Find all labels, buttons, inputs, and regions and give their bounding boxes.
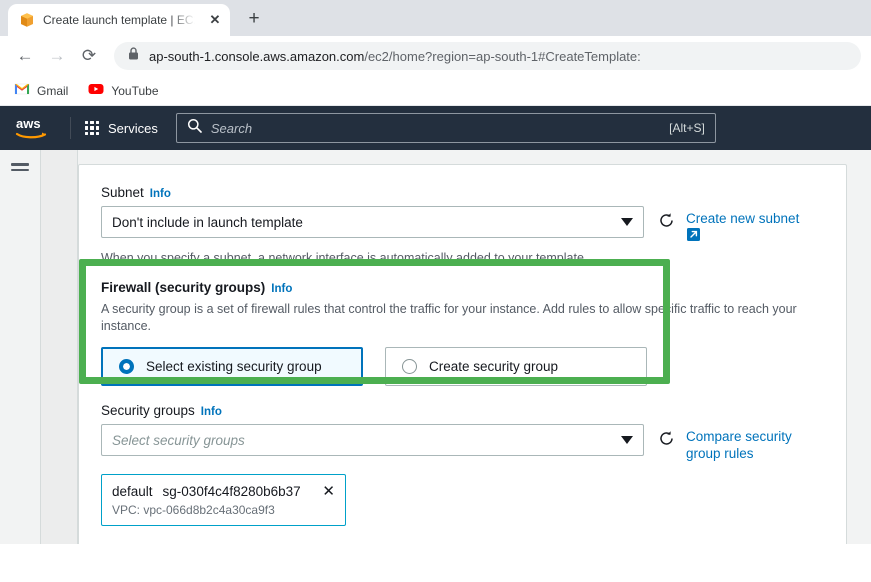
security-groups-row: Select security groups Compare security … xyxy=(101,424,824,462)
radio-select-existing-label: Select existing security group xyxy=(146,359,322,374)
services-label: Services xyxy=(108,121,158,136)
radio-create-label: Create security group xyxy=(429,359,558,374)
aws-top-navigation: aws Services Search [Alt+S] xyxy=(0,106,871,150)
subnet-helper-text: When you specify a subnet, a network int… xyxy=(101,251,824,265)
firewall-options: Select existing security group Create se… xyxy=(101,347,824,386)
firewall-heading-row: Firewall (security groups) Info xyxy=(101,280,824,295)
refresh-icon[interactable] xyxy=(658,212,675,229)
browser-window: Create launch template | EC2 Ma ✕ + ← → … xyxy=(0,0,871,582)
create-new-subnet-action[interactable]: Create new subnet xyxy=(658,206,811,244)
bookmark-gmail[interactable]: Gmail xyxy=(14,83,68,99)
hamburger-menu-icon[interactable] xyxy=(11,163,29,171)
security-groups-info-link[interactable]: Info xyxy=(201,406,222,418)
back-button[interactable]: ← xyxy=(10,41,40,71)
refresh-icon[interactable] xyxy=(658,430,675,447)
browser-tab-title: Create launch template | EC2 Ma xyxy=(43,13,198,27)
url-path: /ec2/home?region=ap-south-1#CreateTempla… xyxy=(364,49,640,64)
lock-icon xyxy=(128,47,139,65)
page-body: Subnet Info Don't include in launch temp… xyxy=(0,150,871,544)
bookmark-youtube-label: YouTube xyxy=(111,84,158,98)
subnet-select[interactable]: Don't include in launch template xyxy=(101,206,644,238)
search-input[interactable]: Search [Alt+S] xyxy=(176,113,716,143)
token-header: default sg-030f4c4f8280b6b37 ✕ xyxy=(112,482,335,500)
aws-logo[interactable]: aws xyxy=(14,115,56,141)
reload-button[interactable]: ⟳ xyxy=(74,41,104,71)
radio-create-security-group[interactable]: Create security group xyxy=(385,347,647,386)
address-bar[interactable]: ap-south-1.console.aws.amazon.com/ec2/ho… xyxy=(114,42,861,70)
compare-security-group-rules-action[interactable]: Compare security group rules xyxy=(658,424,811,462)
sidebar-collapsed-strip[interactable] xyxy=(40,150,78,544)
services-menu[interactable]: Services xyxy=(85,121,158,136)
compare-security-group-rules-link[interactable]: Compare security group rules xyxy=(686,428,811,462)
svg-text:aws: aws xyxy=(16,116,41,131)
radio-icon-unselected xyxy=(402,359,417,374)
firewall-section: Firewall (security groups) Info A securi… xyxy=(101,280,824,386)
nav-divider xyxy=(70,117,71,139)
subnet-label-row: Subnet Info xyxy=(101,185,824,200)
security-groups-section: Security groups Info Select security gro… xyxy=(101,403,824,526)
browser-toolbar: ← → ⟳ ap-south-1.console.aws.amazon.com/… xyxy=(0,36,871,76)
subnet-label: Subnet xyxy=(101,185,144,200)
bookmarks-bar: Gmail YouTube xyxy=(0,76,871,106)
browser-tab-strip: Create launch template | EC2 Ma ✕ + xyxy=(0,0,871,36)
token-group-name: default xyxy=(112,484,153,499)
radio-select-existing-security-group[interactable]: Select existing security group xyxy=(101,347,363,386)
security-groups-label: Security groups xyxy=(101,403,195,418)
security-group-token: default sg-030f4c4f8280b6b37 ✕ VPC: vpc-… xyxy=(101,474,346,526)
forward-button[interactable]: → xyxy=(42,41,72,71)
browser-tab[interactable]: Create launch template | EC2 Ma ✕ xyxy=(8,4,230,36)
aws-cube-favicon xyxy=(19,12,35,28)
security-groups-placeholder: Select security groups xyxy=(112,433,621,448)
url-host: ap-south-1.console.aws.amazon.com xyxy=(149,49,364,64)
bookmark-youtube[interactable]: YouTube xyxy=(88,83,158,99)
token-group-id: sg-030f4c4f8280b6b37 xyxy=(163,484,301,499)
search-shortcut-hint: [Alt+S] xyxy=(669,121,705,135)
firewall-description: A security group is a set of firewall ru… xyxy=(101,301,801,335)
subnet-select-value: Don't include in launch template xyxy=(112,215,621,230)
security-groups-label-row: Security groups Info xyxy=(101,403,824,418)
create-new-subnet-label: Create new subnet xyxy=(686,211,799,226)
new-tab-button[interactable]: + xyxy=(240,5,268,33)
chevron-down-icon xyxy=(621,436,633,444)
create-new-subnet-link[interactable]: Create new subnet xyxy=(686,210,811,244)
close-tab-icon[interactable]: ✕ xyxy=(206,11,224,29)
main-content: Subnet Info Don't include in launch temp… xyxy=(78,150,871,544)
search-placeholder: Search xyxy=(211,121,660,136)
chevron-down-icon xyxy=(621,218,633,226)
address-bar-url: ap-south-1.console.aws.amazon.com/ec2/ho… xyxy=(149,49,641,64)
security-groups-select[interactable]: Select security groups xyxy=(101,424,644,456)
firewall-info-link[interactable]: Info xyxy=(271,283,292,295)
bookmark-gmail-label: Gmail xyxy=(37,84,68,98)
subnet-info-link[interactable]: Info xyxy=(150,188,171,200)
subnet-row: Don't include in launch template Create … xyxy=(101,206,824,244)
network-settings-card: Subnet Info Don't include in launch temp… xyxy=(78,164,847,544)
external-link-icon xyxy=(686,227,701,242)
grid-icon xyxy=(85,121,99,135)
remove-token-icon[interactable]: ✕ xyxy=(322,482,335,500)
search-icon xyxy=(187,118,202,138)
firewall-heading: Firewall (security groups) xyxy=(101,280,265,295)
youtube-icon xyxy=(88,83,104,99)
token-vpc: VPC: vpc-066d8b2c4a30ca9f3 xyxy=(112,503,335,517)
gmail-icon xyxy=(14,83,30,99)
left-rail xyxy=(0,150,40,544)
radio-icon-selected xyxy=(119,359,134,374)
